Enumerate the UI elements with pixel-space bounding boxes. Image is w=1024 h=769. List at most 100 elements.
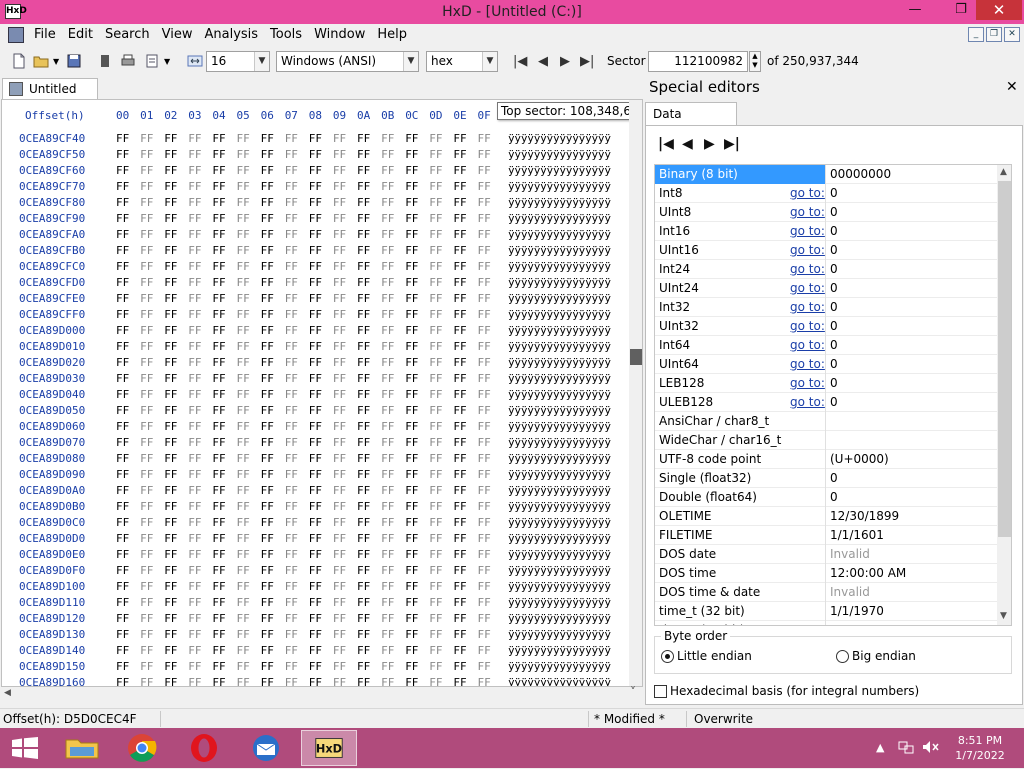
hex-byte[interactable]: FF [237, 484, 250, 497]
hex-byte[interactable]: FF [381, 564, 394, 577]
inspector-value[interactable]: 00000000 [830, 167, 891, 181]
hex-byte[interactable]: FF [405, 628, 418, 641]
tab-data-inspector[interactable]: Data inspector [645, 102, 737, 143]
hex-row[interactable]: 0CEA89D140 FF FF FF FF FF FF FF FF FF FF FF FF FF FF FF… [2, 644, 642, 660]
hex-byte[interactable]: FF [261, 516, 274, 529]
hex-byte[interactable]: FF [140, 324, 153, 337]
document-system-icon[interactable] [8, 27, 24, 43]
hex-byte[interactable]: FF [429, 564, 442, 577]
inspector-value[interactable]: 1/1/1970 [830, 623, 884, 625]
hex-byte[interactable]: FF [285, 420, 298, 433]
hex-byte[interactable]: FF [453, 228, 466, 241]
hex-byte[interactable]: FF [212, 148, 225, 161]
hex-byte[interactable]: FF [309, 276, 322, 289]
hex-byte[interactable]: FF [381, 340, 394, 353]
hex-byte[interactable]: FF [164, 276, 177, 289]
hex-byte[interactable]: FF [333, 436, 346, 449]
hex-byte[interactable]: FF [453, 196, 466, 209]
hex-byte[interactable]: FF [333, 180, 346, 193]
hex-byte[interactable]: FF [188, 388, 201, 401]
hex-byte[interactable]: FF [405, 388, 418, 401]
hex-byte[interactable]: FF [405, 324, 418, 337]
hex-byte[interactable]: FF [309, 164, 322, 177]
hex-byte[interactable]: FF [237, 596, 250, 609]
hex-byte[interactable]: FF [357, 484, 370, 497]
ascii-text[interactable]: ÿÿÿÿÿÿÿÿÿÿÿÿÿÿÿÿ [508, 612, 611, 625]
hex-byte[interactable]: FF [381, 196, 394, 209]
hex-byte[interactable]: FF [429, 580, 442, 593]
hex-byte[interactable]: FF [116, 452, 129, 465]
hex-byte[interactable]: FF [309, 676, 322, 686]
hex-byte[interactable]: FF [140, 212, 153, 225]
hex-byte[interactable]: FF [188, 308, 201, 321]
menu-help[interactable]: Help [371, 24, 413, 46]
hex-byte[interactable]: FF [116, 228, 129, 241]
hex-byte[interactable]: FF [237, 228, 250, 241]
inspector-row[interactable]: Int24 go to: 0 [655, 260, 997, 279]
hex-byte[interactable]: FF [116, 468, 129, 481]
hex-byte[interactable]: FF [333, 212, 346, 225]
inspector-row[interactable]: DOS date Invalid [655, 545, 997, 564]
hex-byte[interactable]: FF [116, 436, 129, 449]
hex-byte[interactable]: FF [188, 500, 201, 513]
hex-byte[interactable]: FF [381, 356, 394, 369]
hex-byte[interactable]: FF [212, 676, 225, 686]
chevron-down-icon[interactable]: ▼ [254, 52, 269, 71]
hex-byte[interactable]: FF [212, 164, 225, 177]
hex-byte[interactable]: FF [164, 308, 177, 321]
hex-byte[interactable]: FF [188, 404, 201, 417]
hex-byte[interactable]: FF [453, 180, 466, 193]
hex-byte[interactable]: FF [140, 276, 153, 289]
hex-byte[interactable]: FF [309, 500, 322, 513]
inspector-row[interactable]: UInt16 go to: 0 [655, 241, 997, 260]
hex-byte[interactable]: FF [478, 372, 491, 385]
hex-byte[interactable]: FF [453, 324, 466, 337]
system-clock[interactable]: 8:51 PM 1/7/2022 [950, 733, 1010, 763]
hex-byte[interactable]: FF [333, 260, 346, 273]
hex-byte[interactable]: FF [309, 244, 322, 257]
hex-byte[interactable]: FF [188, 596, 201, 609]
hex-byte[interactable]: FF [309, 484, 322, 497]
chrome-taskbar-button[interactable] [116, 730, 168, 766]
big-endian-label[interactable]: Big endian [852, 649, 916, 663]
hex-byte[interactable]: FF [237, 260, 250, 273]
hex-byte[interactable]: FF [140, 244, 153, 257]
hex-byte[interactable]: FF [237, 356, 250, 369]
hex-byte[interactable]: FF [381, 596, 394, 609]
hex-byte[interactable]: FF [429, 500, 442, 513]
hex-byte[interactable]: FF [212, 436, 225, 449]
inspector-value[interactable]: 1/1/1601 [830, 528, 884, 542]
hex-byte[interactable]: FF [309, 612, 322, 625]
hex-byte[interactable]: FF [333, 228, 346, 241]
hex-row[interactable]: 0CEA89D0E0 FF FF FF FF FF FF FF FF FF FF FF FF FF FF FF… [2, 548, 642, 564]
hex-byte[interactable]: FF [429, 436, 442, 449]
hex-byte[interactable]: FF [381, 452, 394, 465]
hex-byte[interactable]: FF [188, 580, 201, 593]
hex-byte[interactable]: FF [357, 308, 370, 321]
hex-byte[interactable]: FF [309, 420, 322, 433]
hex-byte[interactable]: FF [285, 468, 298, 481]
inspector-row[interactable]: Int8 go to: 0 [655, 184, 997, 203]
hex-byte[interactable]: FF [405, 580, 418, 593]
hex-row[interactable]: 0CEA89D0B0 FF FF FF FF FF FF FF FF FF FF FF FF FF FF FF… [2, 500, 642, 516]
hex-byte[interactable]: FF [237, 212, 250, 225]
inspector-row[interactable]: DOS time & date Invalid [655, 583, 997, 602]
hex-byte[interactable]: FF [309, 628, 322, 641]
hex-byte[interactable]: FF [285, 484, 298, 497]
hex-byte[interactable]: FF [188, 436, 201, 449]
hex-byte[interactable]: FF [285, 180, 298, 193]
hex-byte[interactable]: FF [478, 500, 491, 513]
hex-byte[interactable]: FF [478, 308, 491, 321]
hex-byte[interactable]: FF [261, 644, 274, 657]
ascii-text[interactable]: ÿÿÿÿÿÿÿÿÿÿÿÿÿÿÿÿ [508, 292, 611, 305]
hex-editor[interactable]: Offset(h) 00 01 02 03 04 05 06 07 08 09 0A 0B 0C 0D 0E… [1, 99, 643, 687]
hex-byte[interactable]: FF [381, 468, 394, 481]
hex-byte[interactable]: FF [333, 564, 346, 577]
hex-byte[interactable]: FF [309, 356, 322, 369]
hex-byte[interactable]: FF [429, 244, 442, 257]
hex-basis-checkbox[interactable] [654, 685, 667, 698]
hex-byte[interactable]: FF [164, 324, 177, 337]
hex-byte[interactable]: FF [405, 372, 418, 385]
hex-byte[interactable]: FF [188, 644, 201, 657]
hex-byte[interactable]: FF [237, 372, 250, 385]
